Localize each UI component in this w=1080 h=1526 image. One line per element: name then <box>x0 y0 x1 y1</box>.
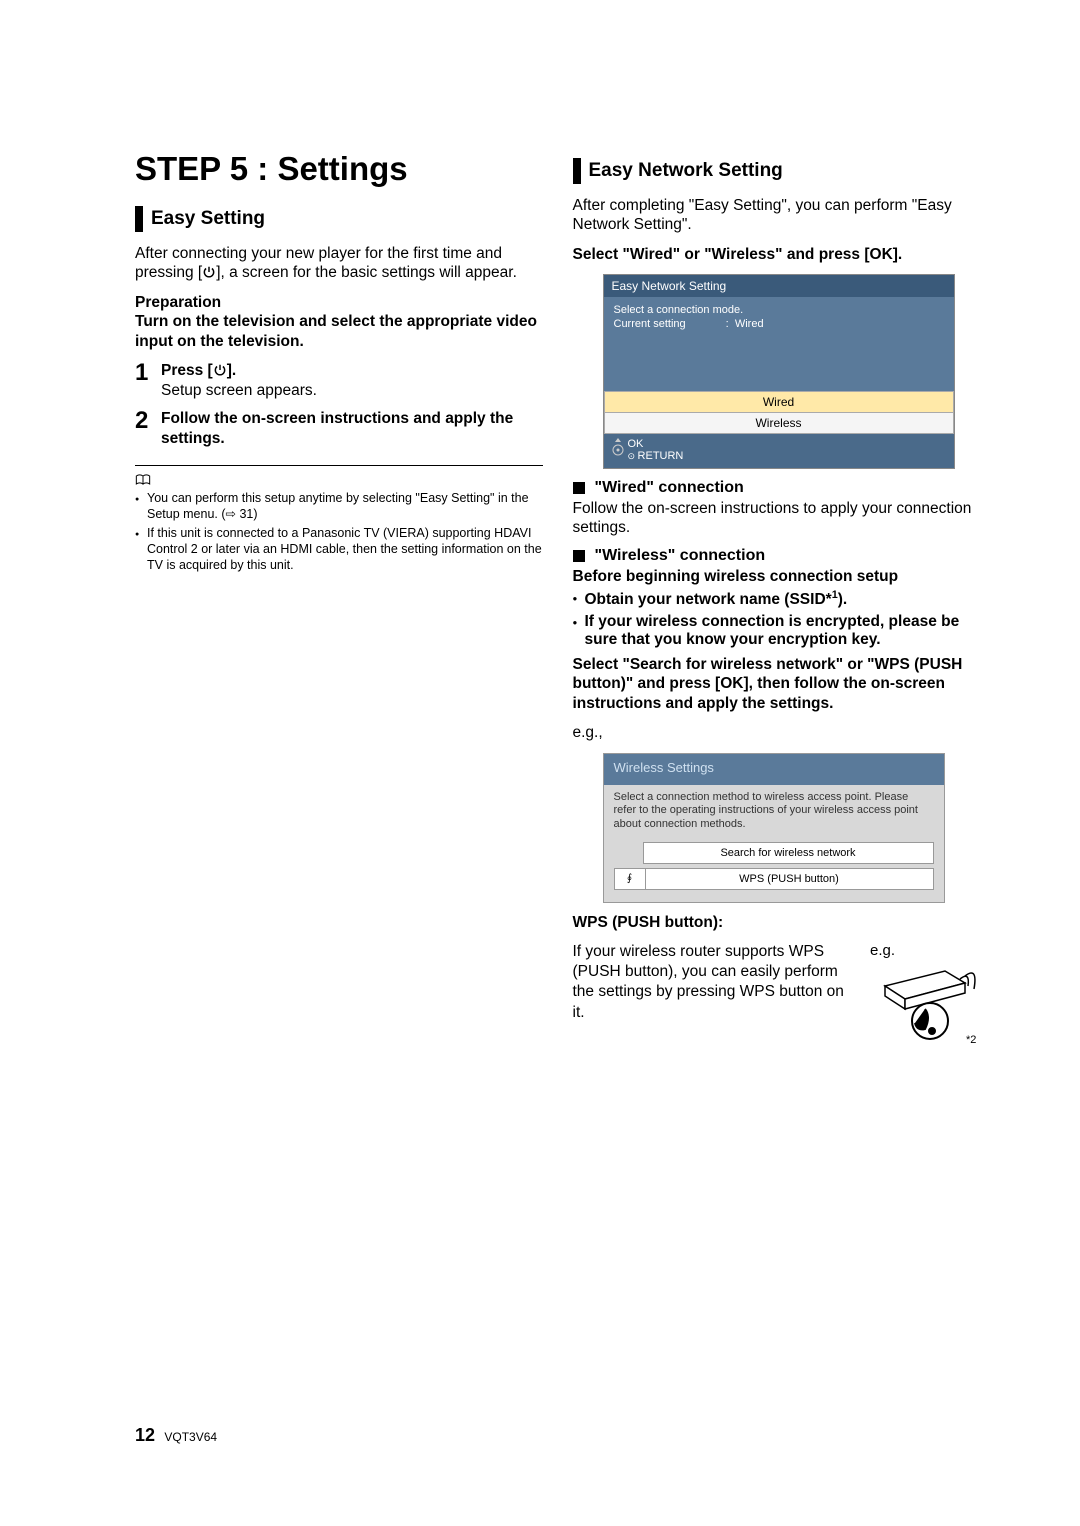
header-bar <box>573 158 581 184</box>
step2-lead: Follow the on-screen instructions and ap… <box>161 410 513 447</box>
wired-subhead: "Wired" connection <box>573 479 981 497</box>
wireless-bullet-2: If your wireless connection is encrypted… <box>573 613 981 649</box>
note-1: You can perform this setup anytime by se… <box>135 491 543 522</box>
right-column: Easy Network Setting After completing "E… <box>573 150 981 1066</box>
ens-footer: OK ⊙ RETURN <box>604 434 954 468</box>
page-title: STEP 5 : Settings <box>135 150 543 188</box>
ens-current-value: Wired <box>735 317 764 331</box>
wired-text: Follow the on-screen instructions to app… <box>573 499 981 538</box>
doc-id: VQT3V64 <box>164 1430 217 1444</box>
preparation-text: Turn on the television and select the ap… <box>135 313 537 349</box>
wireless-title: "Wireless" connection <box>595 547 766 565</box>
step1-body: Setup screen appears. <box>161 382 317 399</box>
power-icon <box>213 363 227 377</box>
ens-select-line: Select "Wired" or "Wireless" and press [… <box>573 245 981 264</box>
ws-text: Select a connection method to wireless a… <box>604 785 944 842</box>
router-icon: *2 <box>870 961 980 1061</box>
dpad-icon <box>610 436 626 458</box>
square-bullet <box>573 482 585 494</box>
preparation-label: Preparation <box>135 294 221 311</box>
wps-text: If your wireless router supports WPS (PU… <box>573 942 857 1023</box>
step-2: 2 Follow the on-screen instructions and … <box>135 409 543 449</box>
divider <box>135 465 543 466</box>
step-number-1: 1 <box>135 361 161 385</box>
page-number: 12 <box>135 1425 155 1445</box>
easy-setting-intro: After connecting your new player for the… <box>135 244 543 283</box>
eg-label: e.g., <box>573 723 981 742</box>
easy-network-title: Easy Network Setting <box>589 158 783 184</box>
step1-lead-a: Press [ <box>161 362 213 379</box>
wireless-select: Select "Search for wireless network" or … <box>573 655 981 713</box>
ens-ok-label: OK <box>628 438 644 450</box>
left-column: STEP 5 : Settings Easy Setting After con… <box>135 150 543 1066</box>
wps-footnote-marker: *2 <box>966 1034 976 1046</box>
ens-dialog-title: Easy Network Setting <box>604 275 954 297</box>
wireless-subhead: "Wireless" connection <box>573 547 981 565</box>
step-number-2: 2 <box>135 409 161 433</box>
easy-setting-header: Easy Setting <box>135 206 543 232</box>
ens-screenshot: Easy Network Setting Select a connection… <box>603 274 955 469</box>
step1-lead-b: ]. <box>227 362 236 379</box>
ws-title: Wireless Settings <box>604 754 944 785</box>
wireless-bullet-1: Obtain your network name (SSID*1). <box>573 589 981 609</box>
wps-illustration: e.g. *2 <box>870 942 980 1066</box>
step-1: 1 Press []. Setup screen appears. <box>135 361 543 401</box>
ws-option-wps[interactable]: WPS (PUSH button) <box>645 868 934 890</box>
note-2: If this unit is connected to a Panasonic… <box>135 526 543 573</box>
ws-blank-icon <box>614 842 644 864</box>
notes-block: You can perform this setup anytime by se… <box>135 474 543 573</box>
intro-text-b: ], a screen for the basic settings will … <box>216 264 517 281</box>
book-icon <box>135 474 151 486</box>
header-bar <box>135 206 143 232</box>
ens-option-wired[interactable]: Wired <box>604 391 954 413</box>
wired-title: "Wired" connection <box>595 479 744 497</box>
wireless-before: Before beginning wireless connection set… <box>573 567 981 586</box>
easy-network-header: Easy Network Setting <box>573 158 981 184</box>
ws-option-search[interactable]: Search for wireless network <box>643 842 934 864</box>
ens-return-label: RETURN <box>638 450 684 462</box>
easy-setting-title: Easy Setting <box>151 206 265 232</box>
preparation-block: Preparation Turn on the television and s… <box>135 293 543 351</box>
page-footer: 12 VQT3V64 <box>135 1425 217 1446</box>
ens-dialog-body: Select a connection mode. Current settin… <box>604 297 954 392</box>
wps-push-label: WPS (PUSH button): <box>573 913 981 932</box>
power-icon <box>202 265 216 279</box>
wps-eg-label: e.g. <box>870 942 980 959</box>
ens-current-label: Current setting <box>614 317 686 331</box>
wireless-settings-screenshot: Wireless Settings Select a connection me… <box>603 753 945 903</box>
wps-cert-icon: ∮ <box>614 868 646 890</box>
square-bullet <box>573 550 585 562</box>
ens-body-line1: Select a connection mode. <box>614 303 944 317</box>
ens-option-wireless[interactable]: Wireless <box>604 412 954 434</box>
ens-intro: After completing "Easy Setting", you can… <box>573 196 981 235</box>
